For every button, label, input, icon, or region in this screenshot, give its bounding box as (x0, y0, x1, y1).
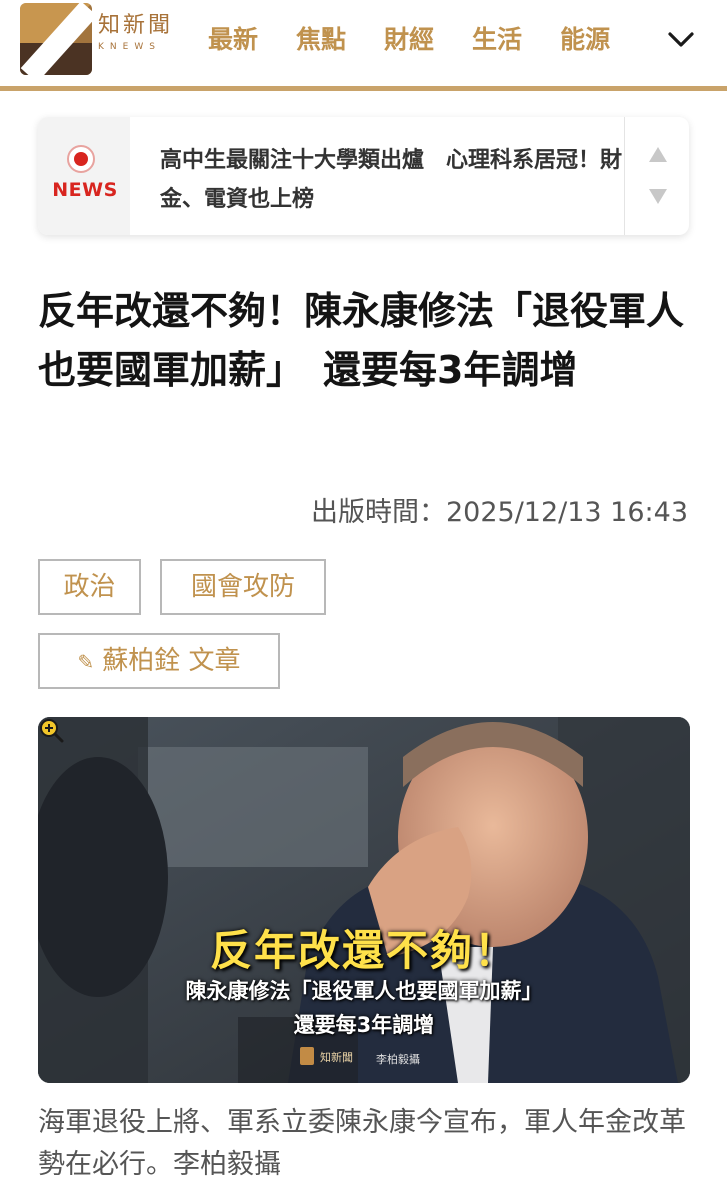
site-header: 知新聞 KNEWS 最新 焦點 財經 生活 能源 (0, 0, 727, 91)
chevron-down-icon[interactable] (664, 24, 698, 54)
ticker-controls (624, 117, 689, 235)
top-nav: 最新 焦點 財經 生活 能源 (208, 20, 638, 62)
author-link[interactable]: ✎ 蘇柏銓 文章 (38, 633, 280, 689)
nav-item-energy[interactable]: 能源 (560, 20, 610, 60)
record-dot-icon (67, 145, 95, 173)
nav-item-life[interactable]: 生活 (472, 20, 522, 60)
image-credit: 李柏毅攝 (376, 1053, 420, 1066)
image-overlay-subtitle: 陳永康修法「退役軍人也要國軍加薪」 (185, 979, 543, 1003)
pencil-icon: ✎ (77, 650, 95, 674)
image-overlay-title: 反年改還不夠！ (209, 926, 518, 975)
tag-politics[interactable]: 政治 (38, 559, 141, 615)
article-image[interactable]: 反年改還不夠！ 陳永康修法「退役軍人也要國軍加薪」 還要每3年調增 知新聞 李柏… (38, 717, 690, 1083)
nav-item-focus[interactable]: 焦點 (296, 20, 346, 60)
news-label: NEWS (52, 179, 118, 201)
arrow-up-icon[interactable] (649, 147, 667, 162)
logo-wordmark[interactable]: 知新聞 KNEWS (98, 13, 176, 53)
image-logo-icon (300, 1047, 314, 1065)
ticker-headline-link[interactable]: 高中生最關注十大學類出爐 心理科系居冠！財金、電資也上榜 (160, 141, 630, 219)
nav-item-latest[interactable]: 最新 (208, 20, 258, 60)
image-logo-text: 知新聞 (320, 1051, 353, 1064)
logo-chinese: 知新聞 (98, 13, 174, 38)
image-overlay-subtitle-2: 還要每3年調增 (293, 1013, 435, 1037)
publish-time: 出版時間：2025/12/13 16:43 (310, 497, 688, 528)
author-label: 蘇柏銓 文章 (102, 646, 241, 676)
logo-icon[interactable] (20, 3, 92, 75)
image-caption: 海軍退役上將、軍系立委陳永康今宣布，軍人年金改革勢在必行。李柏毅攝 (38, 1107, 686, 1180)
logo-english: KNEWS (98, 42, 161, 52)
zoom-in-icon[interactable] (38, 717, 64, 743)
nav-item-finance[interactable]: 財經 (384, 20, 434, 60)
header-divider (0, 86, 727, 91)
article-title: 反年改還不夠！陳永康修法「退役軍人也要國軍加薪」 還要每3年調增 (38, 289, 685, 392)
arrow-down-icon[interactable] (649, 189, 667, 204)
tag-parliament[interactable]: 國會攻防 (160, 559, 326, 615)
news-ticker: NEWS 高中生最關注十大學類出爐 心理科系居冠！財金、電資也上榜 (38, 117, 689, 235)
news-badge: NEWS (38, 117, 130, 235)
